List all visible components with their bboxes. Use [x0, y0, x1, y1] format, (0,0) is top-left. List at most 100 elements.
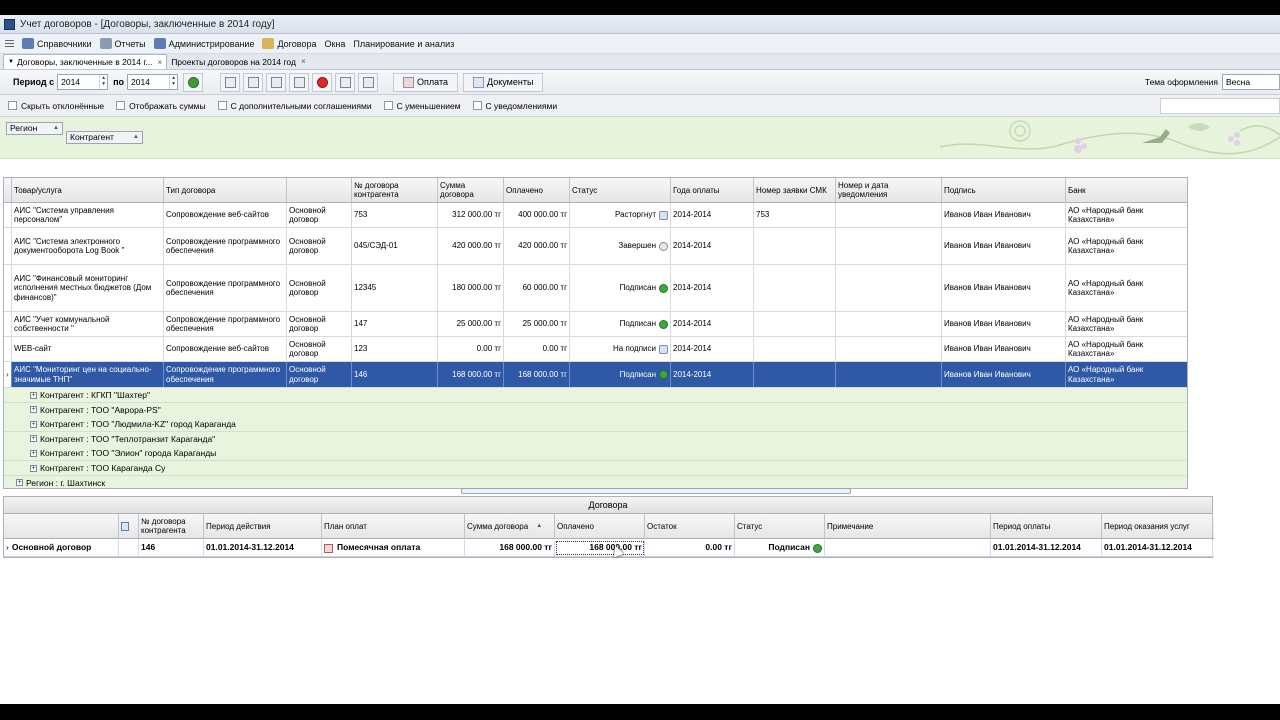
column-number[interactable]: № договора контрагента — [352, 178, 438, 202]
column-bank[interactable]: Банк — [1066, 178, 1187, 202]
checkbox[interactable] — [472, 101, 482, 110]
checkbox[interactable] — [116, 101, 126, 110]
details-paid-cell[interactable]: 168 000.00 тг — [555, 540, 645, 556]
filter-hide-rejected[interactable]: Скрыть отклонённые — [8, 101, 104, 111]
spinner-arrows-icon[interactable]: ▲ ▼ — [99, 75, 107, 89]
group-row-counterparty[interactable]: + Контрагент : ТОО Караганда Су — [4, 461, 1187, 476]
column-signer[interactable]: Подпись — [942, 178, 1066, 202]
cell-product: АИС "Система электронного документооборо… — [12, 228, 164, 264]
group-row-counterparty[interactable]: + Контрагент : КГКП "Шахтер" — [4, 388, 1187, 403]
filter-decrease[interactable]: С уменьшением — [383, 101, 461, 111]
close-icon[interactable]: × — [158, 58, 163, 67]
details-column-kind[interactable] — [4, 514, 119, 538]
details-column-service-period[interactable]: Период оказания услуг — [1102, 514, 1213, 538]
column-kind[interactable] — [287, 178, 352, 202]
details-column-sum[interactable]: Сумма договора ▲ — [465, 514, 555, 538]
delete-button[interactable] — [312, 72, 333, 92]
search-field[interactable] — [1160, 98, 1280, 114]
properties-button[interactable] — [289, 72, 310, 92]
documents-button[interactable]: Документы — [463, 72, 544, 92]
menu-icon[interactable] — [5, 40, 14, 47]
column-paid[interactable]: Оплачено — [504, 178, 570, 202]
expand-icon[interactable]: + — [30, 406, 37, 414]
column-contract-type[interactable]: Тип договора — [164, 178, 287, 202]
details-column-number[interactable]: № договора контрагента — [139, 514, 204, 538]
menu-item-planning[interactable]: Планирование и анализ — [353, 39, 454, 49]
floral-decoration-icon — [940, 120, 1280, 155]
cell-paid: 60 000.00 тг — [504, 265, 570, 311]
checkbox[interactable] — [8, 101, 17, 110]
table-row[interactable]: АИС "Финансовый мониторинг исполнения ме… — [4, 265, 1187, 312]
details-column-rest[interactable]: Остаток — [645, 514, 735, 538]
menu-item-windows[interactable]: Окна — [324, 39, 345, 49]
expand-icon[interactable]: + — [30, 449, 37, 457]
expand-icon[interactable]: + — [30, 464, 37, 472]
cell-years: 2014-2014 — [671, 337, 754, 361]
payment-button[interactable]: Оплата — [393, 72, 459, 92]
theme-select[interactable]: Весна — [1222, 74, 1280, 90]
group-counterparty-button[interactable]: Контрагент ▲ — [66, 131, 143, 144]
details-column-status[interactable]: Статус — [735, 514, 825, 538]
details-column-paid[interactable]: Оплачено — [555, 514, 645, 538]
column-status[interactable]: Статус — [570, 178, 671, 202]
details-row[interactable]: › Основной договор 146 01.01.2014-31.12.2… — [4, 540, 1214, 557]
table-row[interactable]: АИС "Система управления персоналом" Сопро… — [4, 203, 1187, 228]
cell-number: 045/СЭД-01 — [352, 228, 438, 264]
cell-bank: АО «Народный банк Казахстана» — [1066, 337, 1187, 361]
spinner-arrows-icon[interactable]: ▲ ▼ — [169, 75, 177, 89]
copy-button[interactable] — [266, 72, 287, 92]
column-smk-number[interactable]: Номер заявки СМК — [754, 178, 836, 202]
details-column-note[interactable]: Примечание — [825, 514, 991, 538]
table-row[interactable]: › АИС "Мониторинг цен на социально-значим… — [4, 362, 1187, 388]
archive-button[interactable] — [358, 72, 379, 92]
period-from-spinner[interactable]: 2014 ▲ ▼ — [57, 74, 109, 90]
cell-type: Сопровождение программного обеспечения — [164, 312, 287, 336]
expand-icon[interactable]: + — [30, 420, 37, 428]
menu-item-administration[interactable]: Администрирование — [153, 38, 254, 49]
group-row-region[interactable]: + Регион : г. Шахтинск — [4, 475, 1187, 488]
table-row[interactable]: WEB-сайт Сопровождение веб-сайтов Основной… — [4, 337, 1187, 362]
cell-sum: 180 000.00 тг — [438, 265, 504, 311]
filter-additional-agreements[interactable]: С дополнительными соглашениями — [217, 101, 372, 111]
tab-projects-2014[interactable]: Проекты договоров на 2014 год × — [167, 54, 309, 69]
column-sum[interactable]: Сумма договора — [438, 178, 504, 202]
expand-icon[interactable]: + — [30, 435, 37, 443]
grid-header: Товар/услуга Тип договора № договора кон… — [4, 178, 1187, 203]
table-row[interactable]: АИС "Учет коммунальной собственности " Со… — [4, 312, 1187, 337]
sort-up-icon: ▲ — [53, 125, 59, 131]
menu-item-reports[interactable]: Отчеты — [99, 38, 146, 49]
column-product[interactable]: Товар/услуга — [12, 178, 164, 202]
filter-notifications[interactable]: С уведомлениями — [472, 101, 557, 111]
details-column-pay-period[interactable]: Период оплаты — [991, 514, 1102, 538]
refresh-button[interactable] — [183, 72, 204, 92]
edit-button[interactable] — [243, 72, 264, 92]
checkbox[interactable] — [383, 101, 393, 110]
group-row-counterparty[interactable]: + Контрагент : ТОО "Теплотранзит Караганд… — [4, 431, 1187, 447]
details-service-period-cell: 01.01.2014-31.12.2014 — [1102, 540, 1213, 556]
splitter-handle[interactable] — [461, 488, 851, 494]
print-icon — [339, 76, 351, 88]
expand-icon[interactable]: + — [16, 479, 23, 487]
close-icon[interactable]: × — [301, 57, 306, 66]
new-button[interactable] — [220, 72, 241, 92]
column-pay-years[interactable]: Года оплаты — [671, 178, 754, 202]
details-column-icon[interactable] — [119, 514, 139, 538]
tab-contracts-2014[interactable]: ▼ Договоры, заключенные в 2014 г... × — [3, 54, 168, 69]
cell-years: 2014-2014 — [671, 265, 754, 311]
menu-item-contracts[interactable]: Договора — [262, 38, 316, 49]
group-row-counterparty[interactable]: + Контрагент : ТОО "Людмила-KZ" город Кар… — [4, 417, 1187, 433]
check-icon — [659, 283, 668, 293]
print-button[interactable] — [335, 72, 356, 92]
menu-item-references[interactable]: Справочники — [22, 38, 92, 49]
group-region-button[interactable]: Регион ▲ — [6, 122, 63, 135]
details-column-period[interactable]: Период действия — [204, 514, 322, 538]
group-row-counterparty[interactable]: + Контрагент : ТОО "Элион" города Караган… — [4, 446, 1187, 462]
group-row-counterparty[interactable]: + Контрагент : ТОО "Аврора-PS" — [4, 402, 1187, 418]
filter-show-sums[interactable]: Отображать суммы — [116, 101, 206, 111]
expand-icon[interactable]: + — [30, 391, 37, 399]
period-to-spinner[interactable]: 2014 ▲ ▼ — [127, 74, 179, 90]
column-notice[interactable]: Номер и дата уведомления — [836, 178, 942, 202]
details-column-plan[interactable]: План оплат — [322, 514, 465, 538]
table-row[interactable]: АИС "Система электронного документооборо… — [4, 228, 1187, 265]
checkbox[interactable] — [217, 101, 227, 110]
